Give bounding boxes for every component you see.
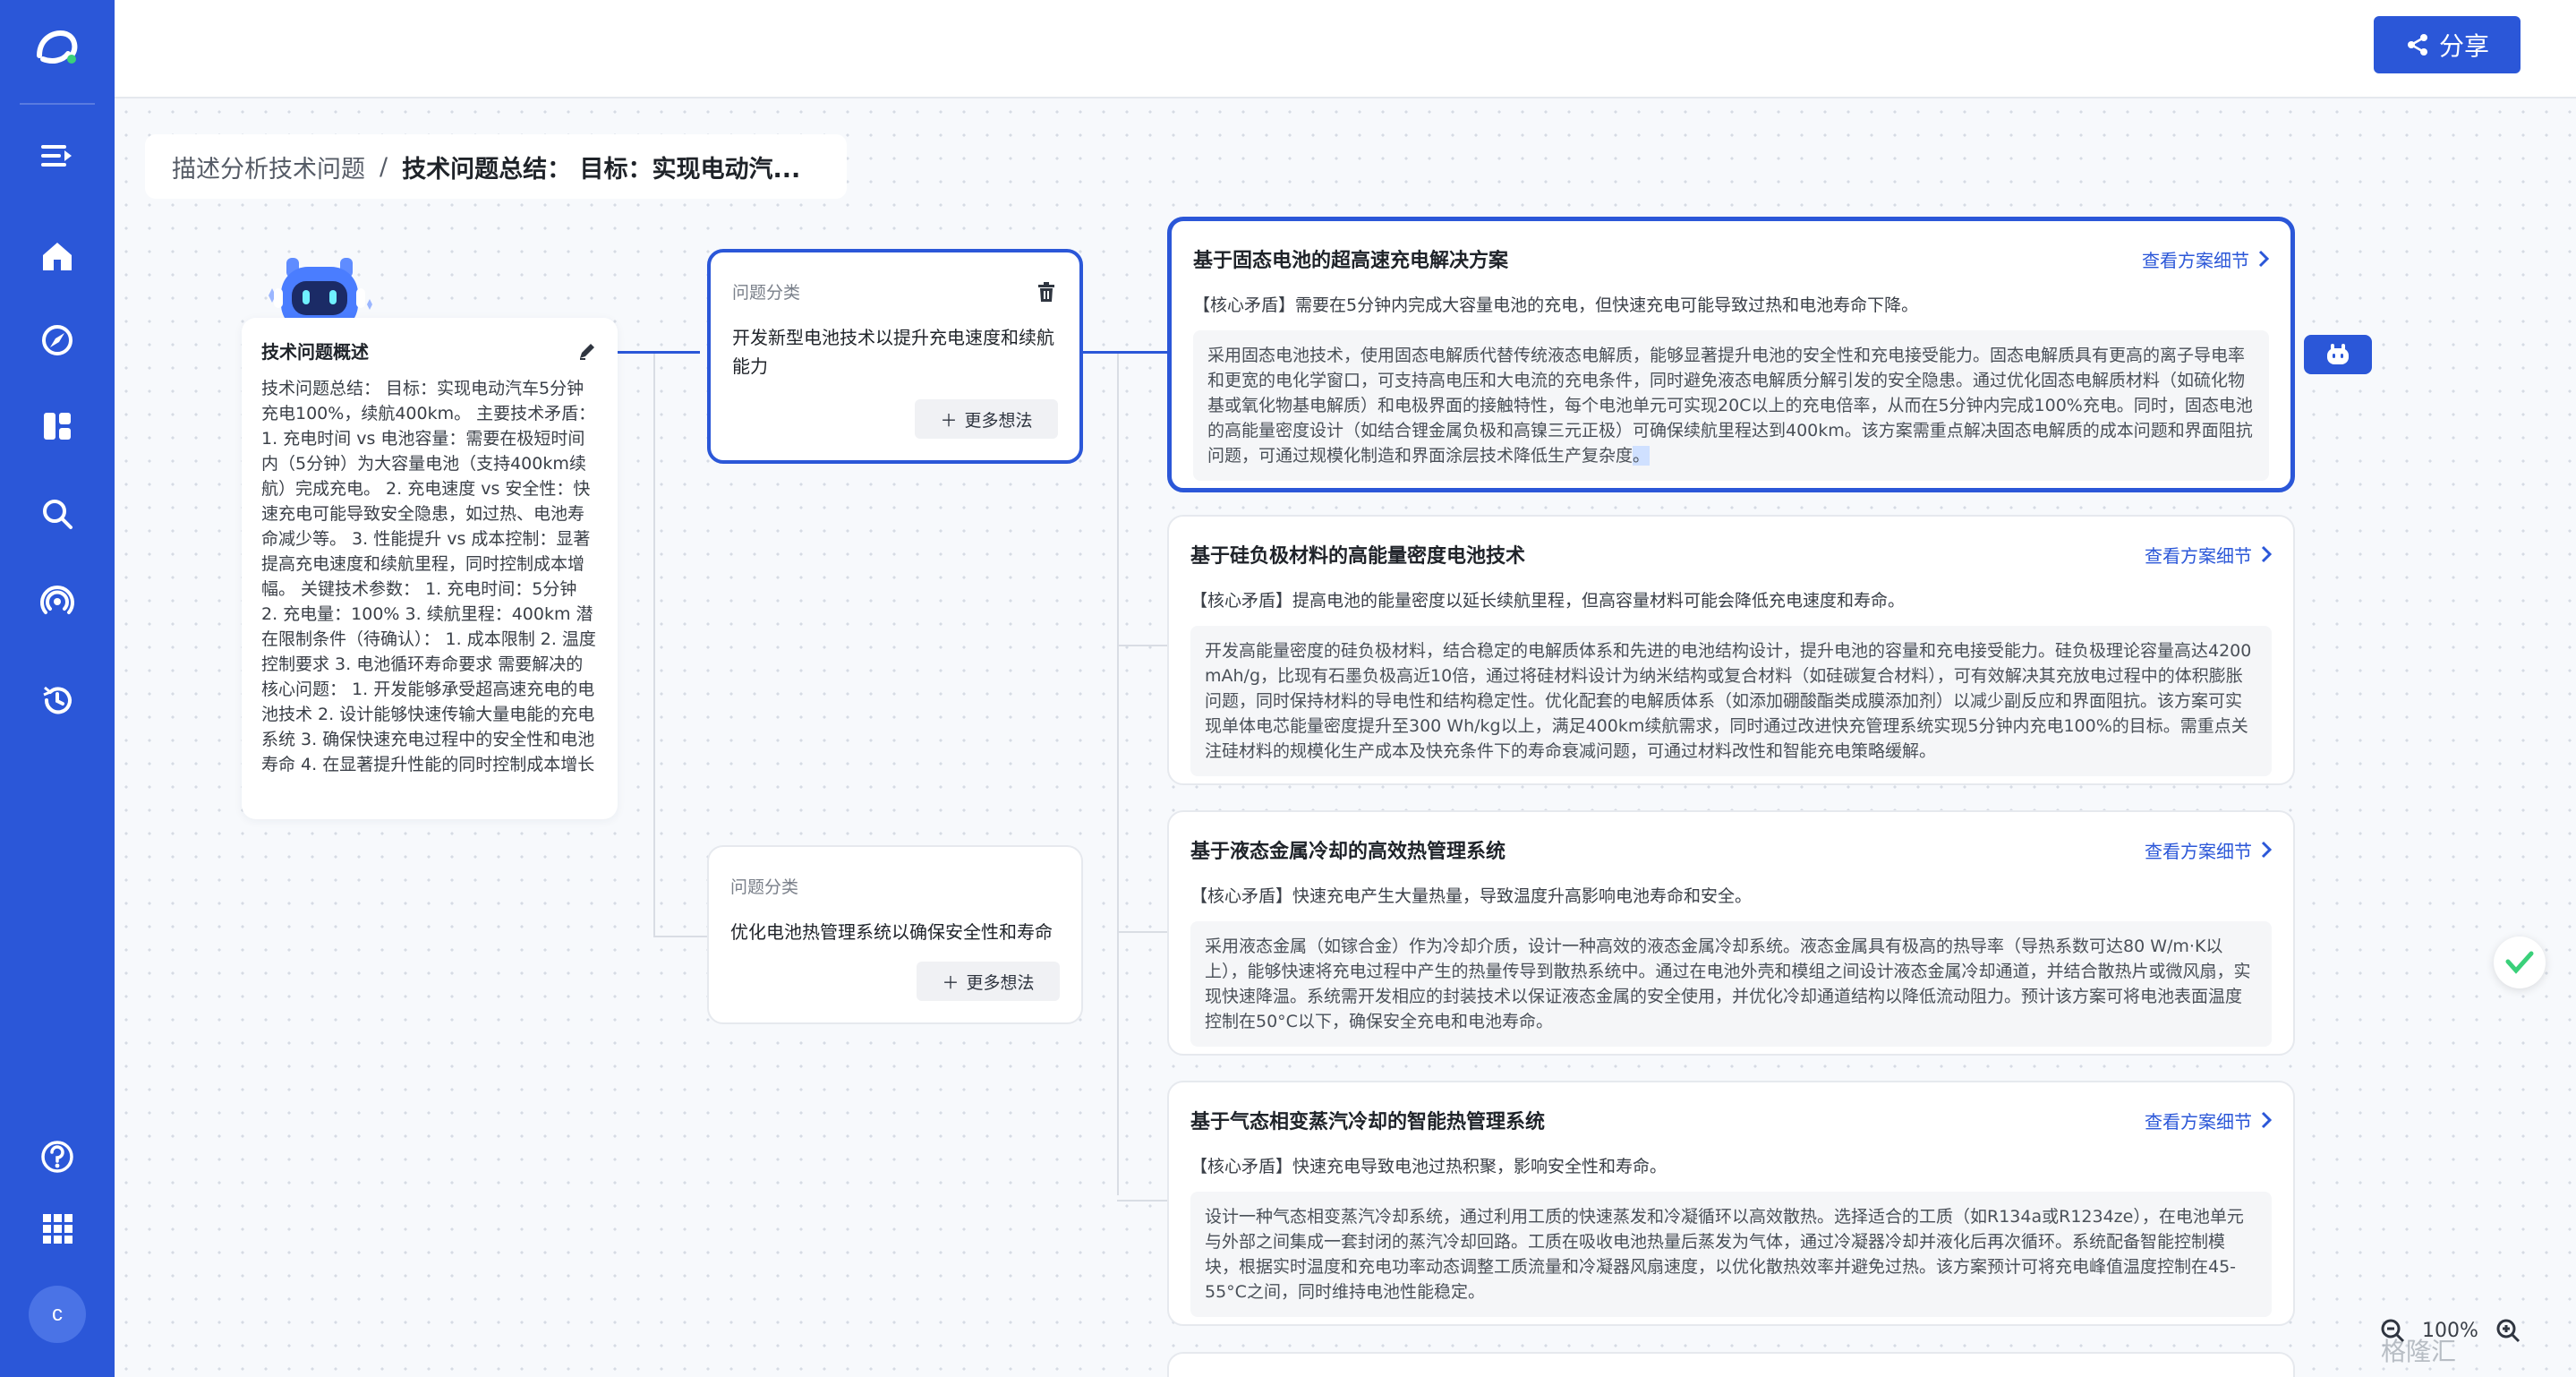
connector-line xyxy=(653,936,707,937)
breadcrumb: 描述分析技术问题 / 技术问题总结： 目标：实现电动汽... xyxy=(145,134,847,199)
view-details-link[interactable]: 查看方案细节 xyxy=(2145,837,2272,863)
plus-icon: ＋ xyxy=(940,410,958,431)
apps-grid-icon[interactable] xyxy=(30,1202,84,1255)
plus-icon: ＋ xyxy=(942,972,960,993)
solution-title: 基于固态电池的超高速充电解决方案 xyxy=(1193,250,1509,272)
solution-conflict: 【核心矛盾】快速充电产生大量热量，导致温度升高影响电池寿命和安全。 xyxy=(1190,886,1753,906)
connector-line xyxy=(1117,931,1167,933)
sidebar-divider xyxy=(20,103,95,105)
broadcast-icon[interactable] xyxy=(30,573,84,627)
dashboard-icon[interactable] xyxy=(30,399,84,453)
home-icon[interactable] xyxy=(30,229,84,283)
problem-overview-card[interactable]: 技术问题概述 技术问题总结： 目标：实现电动汽车5分钟充电100%，续航400k… xyxy=(242,318,618,819)
explore-icon[interactable] xyxy=(30,313,84,367)
view-details-label: 查看方案细节 xyxy=(2145,840,2252,862)
more-ideas-label: 更多想法 xyxy=(964,410,1033,431)
chevron-right-icon xyxy=(2261,545,2272,563)
user-avatar[interactable]: c xyxy=(29,1286,86,1343)
view-details-link[interactable]: 查看方案细节 xyxy=(2145,542,2272,568)
watermark: 格隆汇 xyxy=(2381,1337,2457,1366)
solution-conflict: 【核心矛盾】快速充电导致电池过热积聚，影响安全性和寿命。 xyxy=(1190,1157,1668,1176)
share-button[interactable]: 分享 xyxy=(2374,16,2521,73)
overview-title: 技术问题概述 xyxy=(261,341,369,363)
connector-line xyxy=(653,354,655,936)
share-label: 分享 xyxy=(2438,31,2489,61)
chevron-right-icon xyxy=(2261,841,2272,859)
view-details-link[interactable]: 查看方案细节 xyxy=(2142,246,2269,272)
category-text: 优化电池热管理系统以确保安全性和寿命 xyxy=(730,921,1053,943)
connector-line xyxy=(1083,351,1167,354)
floating-helper-button[interactable] xyxy=(2494,937,2546,988)
connector-line xyxy=(1117,645,1167,646)
breadcrumb-root[interactable]: 描述分析技术问题 xyxy=(172,150,365,184)
view-details-label: 查看方案细节 xyxy=(2145,544,2252,567)
view-details-label: 查看方案细节 xyxy=(2142,249,2249,271)
category-card[interactable]: 问题分类 优化电池热管理系统以确保安全性和寿命 ＋ 更多想法 xyxy=(707,845,1083,1024)
solution-conflict: 【核心矛盾】提高电池的能量密度以延长续航里程，但高容量材料可能会降低充电速度和寿… xyxy=(1190,591,1906,611)
text-selection: 。 xyxy=(1633,446,1651,466)
trash-icon[interactable] xyxy=(1035,280,1058,304)
solution-description[interactable]: 开发高能量密度的硅负极材料，结合稳定的电解质体系和先进的电池结构设计，提升电池的… xyxy=(1190,626,2272,776)
category-text: 开发新型电池技术以提升充电速度和续航能力 xyxy=(732,327,1054,377)
share-icon xyxy=(2407,34,2427,56)
category-card[interactable]: 问题分类 开发新型电池技术以提升充电速度和续航能力 ＋ 更多想法 xyxy=(707,249,1083,464)
more-ideas-button[interactable]: ＋ 更多想法 xyxy=(915,399,1058,439)
sidebar: c xyxy=(0,0,115,1377)
edit-icon[interactable] xyxy=(576,340,598,362)
solution-card[interactable]: 基于固态电池的超高速充电解决方案 查看方案细节 【核心矛盾】需要在5分钟内完成大… xyxy=(1167,217,2295,492)
help-icon[interactable] xyxy=(30,1130,84,1184)
solution-card[interactable]: 基于气态相变蒸汽冷却的智能热管理系统 查看方案细节 【核心矛盾】快速充电导致电池… xyxy=(1167,1081,2295,1326)
solution-description[interactable]: 采用固态电池技术，使用固态电解质代替传统液态电解质，能够显著提升电池的安全性和充… xyxy=(1193,330,2269,481)
ai-assistant-button[interactable] xyxy=(2304,335,2372,374)
view-details-link[interactable]: 查看方案细节 xyxy=(2145,1108,2272,1133)
app-logo-icon[interactable] xyxy=(30,21,84,75)
solution-conflict: 【核心矛盾】需要在5分钟内完成大容量电池的充电，但快速充电可能导致过热和电池寿命… xyxy=(1193,295,1919,315)
chevron-right-icon xyxy=(2261,1111,2272,1129)
solution-title: 基于硅负极材料的高能量密度电池技术 xyxy=(1190,545,1526,568)
more-ideas-button[interactable]: ＋ 更多想法 xyxy=(917,962,1060,1001)
solution-card[interactable]: 基于硅负极材料的高能量密度电池技术 查看方案细节 【核心矛盾】提高电池的能量密度… xyxy=(1167,515,2295,785)
category-label: 问题分类 xyxy=(730,877,799,897)
top-bar: 分享 xyxy=(115,0,2576,98)
category-label: 问题分类 xyxy=(732,283,801,303)
breadcrumb-current: 技术问题总结： 目标：实现电动汽... xyxy=(402,155,801,184)
zoom-in-icon[interactable] xyxy=(2495,1317,2521,1344)
more-ideas-label: 更多想法 xyxy=(966,972,1035,993)
solution-card[interactable] xyxy=(1167,1352,2295,1377)
solution-description[interactable]: 设计一种气态相变蒸汽冷却系统，通过利用工质的快速蒸发和冷凝循环以高效散热。选择适… xyxy=(1190,1192,2272,1317)
solution-description-text: 采用固态电池技术，使用固态电解质代替传统液态电解质，能够显著提升电池的安全性和充… xyxy=(1207,346,2253,466)
view-details-label: 查看方案细节 xyxy=(2145,1110,2252,1133)
solution-title: 基于气态相变蒸汽冷却的智能热管理系统 xyxy=(1190,1111,1546,1133)
check-logo-icon xyxy=(2505,951,2534,974)
breadcrumb-separator: / xyxy=(380,152,388,181)
connector-line xyxy=(1117,1200,1167,1202)
chevron-right-icon xyxy=(2258,250,2269,268)
history-icon[interactable] xyxy=(30,673,84,727)
overview-text: 技术问题总结： 目标：实现电动汽车5分钟充电100%，续航400km。 主要技术… xyxy=(261,379,596,774)
solution-title: 基于液态金属冷却的高效热管理系统 xyxy=(1190,841,1506,863)
menu-collapse-icon[interactable] xyxy=(30,129,84,183)
robot-icon xyxy=(2327,344,2349,364)
solution-description[interactable]: 采用液态金属（如镓合金）作为冷却介质，设计一种高效的液态金属冷却系统。液态金属具… xyxy=(1190,921,2272,1047)
solution-card[interactable]: 基于液态金属冷却的高效热管理系统 查看方案细节 【核心矛盾】快速充电产生大量热量… xyxy=(1167,810,2295,1056)
connector-line xyxy=(618,351,700,354)
search-icon[interactable] xyxy=(30,487,84,541)
connector-line xyxy=(1117,354,1119,1195)
